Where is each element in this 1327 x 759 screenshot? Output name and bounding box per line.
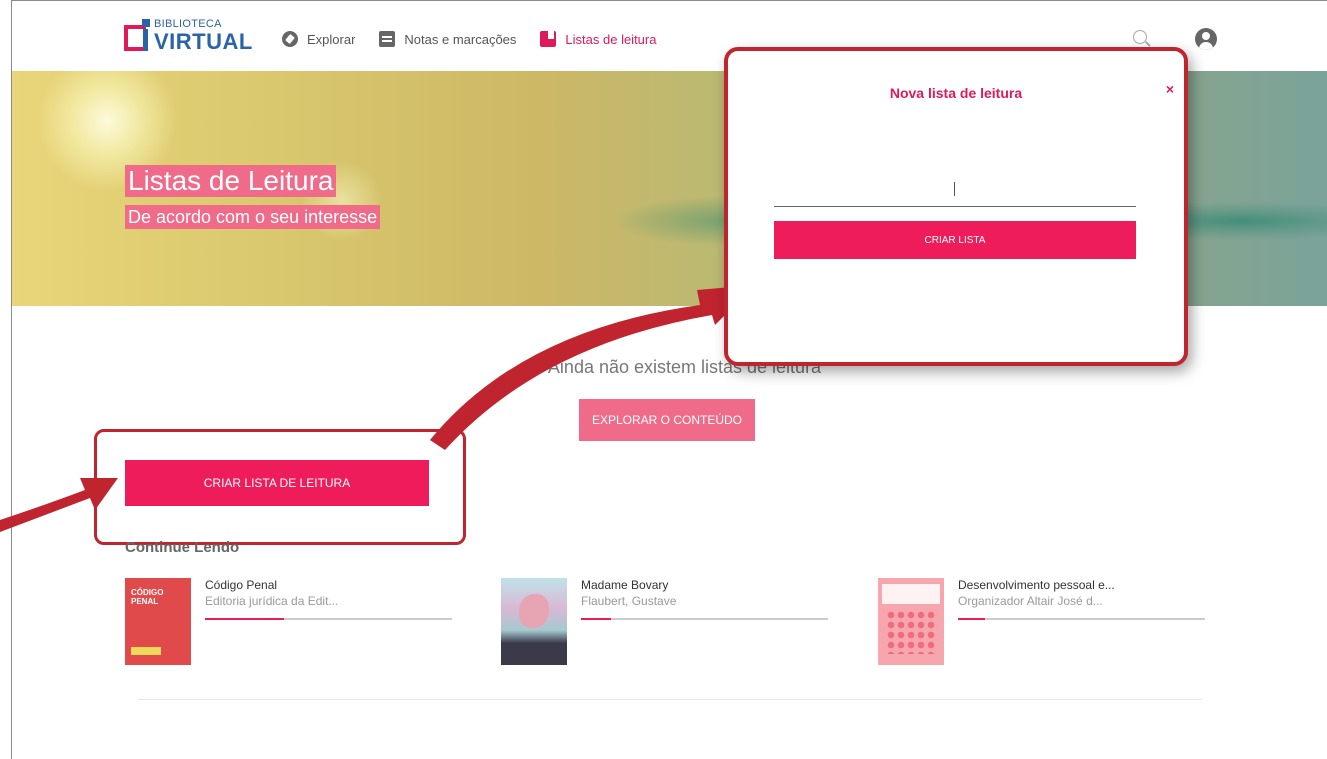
main-nav: Explorar Notas e marcações Listas de lei…: [282, 31, 680, 47]
nav-notes[interactable]: Notas e marcações: [379, 31, 516, 47]
explore-content-button[interactable]: EXPLORAR O CONTEÚDO: [579, 399, 755, 441]
nav-reading-lists-label: Listas de leitura: [565, 31, 657, 47]
compass-icon: [282, 31, 298, 47]
book-progress-bar: [581, 618, 828, 620]
new-list-modal: Nova lista de leitura × CRIAR LISTA: [724, 47, 1188, 366]
logo-line2: VIRTUAL: [154, 29, 253, 54]
book-progress-bar: [205, 618, 452, 620]
book-item[interactable]: Desenvolvimento pessoal e... Organizador…: [878, 578, 1205, 665]
book-title[interactable]: Desenvolvimento pessoal e...: [958, 578, 1205, 592]
book-progress-bar: [958, 618, 1205, 620]
book-cover[interactable]: CÓDIGO PENAL: [125, 578, 191, 665]
continue-reading-title: Continue Lendo: [125, 539, 240, 556]
nav-reading-lists[interactable]: Listas de leitura: [540, 31, 656, 47]
hero-subtitle: De acordo com o seu interesse: [125, 205, 381, 229]
notes-icon: [379, 31, 396, 47]
logo[interactable]: BIBLIOTECA VIRTUAL: [124, 19, 253, 55]
search-icon[interactable]: [1133, 30, 1147, 44]
book-author: Flaubert, Gustave: [581, 594, 677, 608]
close-icon[interactable]: ×: [1166, 81, 1174, 97]
book-title[interactable]: Madame Bovary: [581, 578, 828, 592]
user-avatar-icon[interactable]: [1195, 28, 1217, 50]
create-list-button[interactable]: CRIAR LISTA: [774, 221, 1136, 259]
book-author: Editoria jurídica da Edit...: [205, 594, 339, 608]
book-cover[interactable]: [501, 578, 567, 665]
nav-notes-label: Notas e marcações: [404, 31, 517, 47]
nav-explore-label: Explorar: [307, 31, 356, 47]
bookmark-list-icon: [540, 31, 557, 47]
book-title[interactable]: Código Penal: [205, 578, 452, 592]
callout-highlight-create-button: [94, 429, 466, 545]
list-name-input[interactable]: [774, 177, 1136, 207]
logo-icon: [124, 19, 150, 55]
book-cover[interactable]: [878, 578, 944, 665]
hero-title: Listas de Leitura: [125, 165, 337, 197]
book-item[interactable]: CÓDIGO PENAL Código Penal Editoria juríd…: [125, 578, 452, 665]
divider: [138, 699, 1202, 700]
nav-explore[interactable]: Explorar: [282, 31, 355, 47]
book-author: Organizador Altair José d...: [958, 594, 1103, 608]
text-caret: [954, 182, 955, 196]
modal-title: Nova lista de leitura: [889, 85, 1023, 101]
book-item[interactable]: Madame Bovary Flaubert, Gustave: [501, 578, 828, 665]
